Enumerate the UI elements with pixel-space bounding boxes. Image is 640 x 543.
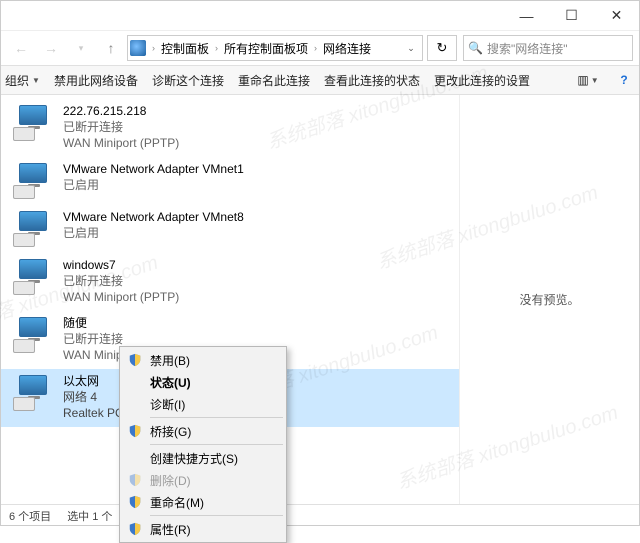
status-bar: 6 个项目 选中 1 个 (1, 504, 639, 526)
breadcrumb-item[interactable]: 控制面板 (157, 40, 213, 57)
ctx-diagnose[interactable]: 诊断(I) (122, 393, 284, 415)
control-panel-icon (130, 40, 146, 56)
back-button[interactable]: ← (7, 35, 35, 61)
connection-status: 已断开连接 (63, 273, 179, 289)
minimize-button[interactable]: — (504, 1, 549, 31)
shield-icon (128, 424, 142, 438)
recent-dropdown[interactable]: ▾ (67, 35, 95, 61)
chevron-right-icon: › (150, 43, 157, 53)
preview-text: 没有预览。 (519, 291, 579, 308)
organize-menu[interactable]: 组织▼ (5, 72, 40, 89)
help-button[interactable]: ? (613, 69, 635, 91)
network-adapter-icon (13, 257, 53, 295)
connection-device: WAN Miniport (PPTP) (63, 135, 179, 151)
connection-item[interactable]: VMware Network Adapter VMnet8 已启用 (1, 205, 459, 253)
connection-status: 已启用 (63, 177, 244, 193)
connection-status: 已启用 (63, 225, 244, 241)
change-settings-button[interactable]: 更改此连接的设置 (434, 72, 530, 89)
close-button[interactable]: ✕ (594, 1, 639, 31)
breadcrumb-item[interactable]: 所有控制面板项 (220, 40, 312, 57)
search-input[interactable]: 🔍 搜索"网络连接" (463, 35, 633, 61)
connection-item[interactable]: windows7 已断开连接 WAN Miniport (PPTP) (1, 253, 459, 311)
disable-device-button[interactable]: 禁用此网络设备 (54, 72, 138, 89)
breadcrumb-dropdown[interactable]: ⌄ (402, 43, 420, 54)
forward-button[interactable]: → (37, 35, 65, 61)
context-menu: 禁用(B) 状态(U) 诊断(I) 桥接(G) 创建快捷方式(S) 删除(D) … (119, 346, 287, 543)
maximize-button[interactable]: ☐ (549, 1, 594, 31)
search-icon: 🔍 (468, 41, 483, 55)
connection-name: windows7 (63, 257, 179, 273)
network-adapter-icon (13, 373, 53, 411)
ctx-bridge[interactable]: 桥接(G) (122, 420, 284, 442)
connection-device: Realtek PCI (63, 405, 127, 421)
connection-name: 以太网 (63, 373, 127, 389)
chevron-right-icon: › (213, 43, 220, 53)
ctx-delete: 删除(D) (122, 469, 284, 491)
shield-icon (128, 473, 142, 487)
chevron-right-icon: › (312, 43, 319, 53)
connection-name: 随便 (63, 315, 179, 331)
selected-count: 选中 1 个 (67, 508, 112, 524)
up-button[interactable]: ↑ (97, 35, 125, 61)
rename-button[interactable]: 重命名此连接 (238, 72, 310, 89)
view-status-button[interactable]: 查看此连接的状态 (324, 72, 420, 89)
diagnose-button[interactable]: 诊断这个连接 (152, 72, 224, 89)
address-bar: ← → ▾ ↑ › 控制面板 › 所有控制面板项 › 网络连接 ⌄ ↻ 🔍 搜索… (1, 31, 639, 65)
ctx-properties[interactable]: 属性(R) (122, 518, 284, 540)
shield-icon (128, 353, 142, 367)
connection-status: 网络 4 (63, 389, 127, 405)
search-placeholder: 搜索"网络连接" (487, 40, 568, 57)
network-adapter-icon (13, 161, 53, 199)
connection-item[interactable]: VMware Network Adapter VMnet1 已启用 (1, 157, 459, 205)
ctx-shortcut[interactable]: 创建快捷方式(S) (122, 447, 284, 469)
window-titlebar: — ☐ ✕ (1, 1, 639, 31)
shield-icon (128, 522, 142, 536)
breadcrumb-item[interactable]: 网络连接 (319, 40, 375, 57)
ctx-rename[interactable]: 重命名(M) (122, 491, 284, 513)
menu-separator (150, 417, 283, 418)
preview-pane: 没有预览。 (459, 95, 639, 504)
connection-status: 已断开连接 (63, 331, 179, 347)
shield-icon (128, 495, 142, 509)
breadcrumb[interactable]: › 控制面板 › 所有控制面板项 › 网络连接 ⌄ (127, 35, 423, 61)
connection-name: VMware Network Adapter VMnet8 (63, 209, 244, 225)
refresh-button[interactable]: ↻ (427, 35, 457, 61)
connection-device: WAN Miniport (PPTP) (63, 289, 179, 305)
network-adapter-icon (13, 315, 53, 353)
main-area: 222.76.215.218 已断开连接 WAN Miniport (PPTP)… (1, 95, 639, 504)
view-options-button[interactable]: ▥▼ (577, 69, 599, 91)
ctx-disable[interactable]: 禁用(B) (122, 349, 284, 371)
network-adapter-icon (13, 209, 53, 247)
menu-separator (150, 444, 283, 445)
connection-name: VMware Network Adapter VMnet1 (63, 161, 244, 177)
command-bar: 组织▼ 禁用此网络设备 诊断这个连接 重命名此连接 查看此连接的状态 更改此连接… (1, 65, 639, 95)
connection-name: 222.76.215.218 (63, 103, 179, 119)
item-count: 6 个项目 (9, 508, 51, 524)
connection-status: 已断开连接 (63, 119, 179, 135)
network-adapter-icon (13, 103, 53, 141)
menu-separator (150, 515, 283, 516)
ctx-status[interactable]: 状态(U) (122, 371, 284, 393)
connection-item[interactable]: 222.76.215.218 已断开连接 WAN Miniport (PPTP) (1, 99, 459, 157)
